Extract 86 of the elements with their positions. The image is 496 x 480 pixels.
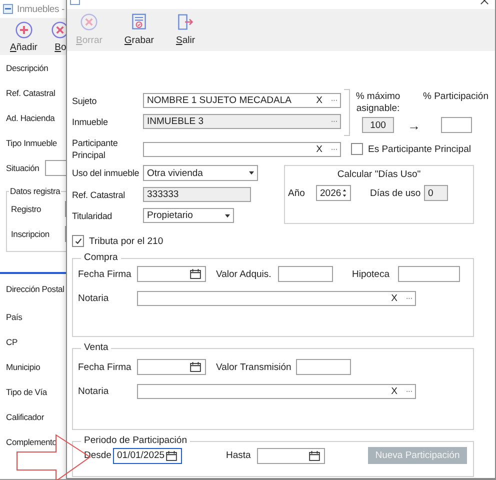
date-field[interactable]: 01/01/2025 xyxy=(113,448,182,464)
clear-button[interactable]: X xyxy=(316,95,322,106)
date-field[interactable] xyxy=(137,266,206,282)
field-label: Hasta xyxy=(226,450,252,461)
field-label: Inmueble xyxy=(72,116,109,126)
field-label: Año xyxy=(288,188,306,198)
property-field[interactable]: INMUEBLE 3 ··· xyxy=(143,114,341,129)
cadastral-field[interactable]: 333333 xyxy=(143,187,251,202)
year-spinner[interactable]: 2026 xyxy=(316,185,351,201)
toolbar-button[interactable]: Grabar xyxy=(120,9,158,46)
browse-button[interactable]: ··· xyxy=(406,293,412,304)
checkbox[interactable] xyxy=(351,143,363,155)
field-label: Sujeto xyxy=(72,96,98,106)
clear-button[interactable]: X xyxy=(391,386,398,397)
field-label: % Participación xyxy=(423,90,488,102)
input-field[interactable] xyxy=(278,266,333,282)
days-field[interactable]: 0 xyxy=(424,185,448,201)
group-title: Compra xyxy=(83,252,119,264)
check-icon xyxy=(74,236,82,246)
field-label: Hipoteca xyxy=(352,268,390,280)
input-field[interactable] xyxy=(296,359,351,375)
subject-field[interactable]: NOMBRE 1 SUJETO MECADALA X ··· xyxy=(143,93,341,108)
field-label: Tipo Inmueble xyxy=(6,138,57,148)
calendar-icon[interactable] xyxy=(309,450,320,460)
toolbar-button[interactable]: Añadir xyxy=(4,18,44,53)
field-label: Complemento xyxy=(6,436,57,446)
field-label: Municipio xyxy=(6,362,40,372)
field-label: Situación xyxy=(6,162,40,172)
arrow-icon: → xyxy=(405,118,423,132)
spinner-arrows-icon[interactable] xyxy=(342,188,347,198)
field-label: Inscripcion xyxy=(11,228,50,238)
document-icon xyxy=(130,13,148,31)
field-label: Fecha Firma xyxy=(78,362,132,372)
window-title: Inmuebles - xyxy=(17,4,64,14)
field-label: Fecha Firma xyxy=(78,268,132,280)
browse-button[interactable]: ··· xyxy=(330,95,337,106)
caret-icon xyxy=(249,171,254,175)
field-label: Notaria xyxy=(78,293,110,304)
group-title: Venta xyxy=(83,342,110,354)
field-label: Tipo de Vía xyxy=(6,386,47,396)
checkbox[interactable] xyxy=(72,235,84,247)
exit-icon xyxy=(176,13,194,31)
field-label: Registro xyxy=(11,204,42,214)
checkbox-label: Es Participante Principal xyxy=(368,144,471,154)
checkbox-label: Tributa por el 210 xyxy=(89,236,164,246)
field-label: Uso del inmueble xyxy=(72,168,140,178)
notary-field[interactable]: X ··· xyxy=(137,291,416,306)
caret-icon xyxy=(225,214,230,218)
field-label: Valor Transmisión xyxy=(216,362,292,372)
field-label: Descripción xyxy=(6,62,48,72)
clear-button[interactable]: X xyxy=(316,144,322,154)
field-label: País xyxy=(6,312,22,322)
notary-field[interactable]: X ··· xyxy=(137,384,416,399)
input-field[interactable] xyxy=(398,266,460,282)
ownership-dropdown[interactable]: Propietario xyxy=(143,208,234,223)
calendar-icon[interactable] xyxy=(190,362,201,372)
field-label: Participante Principal xyxy=(72,137,119,161)
clear-button[interactable]: X xyxy=(391,293,398,304)
field-label: Ad. Hacienda xyxy=(6,112,55,122)
field-label: Calificador xyxy=(6,412,44,422)
field-label: Días de uso xyxy=(370,188,422,198)
group-title: Periodo de Participación xyxy=(83,435,188,447)
group-title: Datos registra xyxy=(9,186,62,196)
date-field[interactable] xyxy=(257,448,325,464)
field-label: Ref. Catastral xyxy=(72,190,126,200)
app-icon xyxy=(3,4,13,14)
field-label: Dirección Postal xyxy=(6,284,64,294)
field-label: CP xyxy=(6,336,18,346)
field-label: Valor Adquis. xyxy=(216,268,272,280)
toolbar-button[interactable]: Salir xyxy=(172,9,199,46)
field-label: % máximo asignable: xyxy=(354,90,402,115)
browse-button[interactable]: ··· xyxy=(330,144,337,154)
field-label: Notaria xyxy=(78,386,110,397)
field-label: Titularidad xyxy=(72,210,114,220)
field-label: Ref. Catastral xyxy=(6,88,56,98)
max-percent-field[interactable]: 100 xyxy=(362,117,394,133)
add-icon xyxy=(14,21,33,39)
use-dropdown[interactable]: Otra vivienda xyxy=(143,165,258,181)
delete-icon xyxy=(80,13,98,31)
browse-button[interactable]: ··· xyxy=(406,386,412,397)
principal-field[interactable]: X ··· xyxy=(143,142,341,156)
group-title: Calcular "Días Uso" xyxy=(336,169,422,181)
percent-field[interactable] xyxy=(440,117,472,133)
date-field[interactable] xyxy=(137,359,206,375)
calendar-icon[interactable] xyxy=(166,450,177,460)
calendar-icon[interactable] xyxy=(190,269,201,279)
